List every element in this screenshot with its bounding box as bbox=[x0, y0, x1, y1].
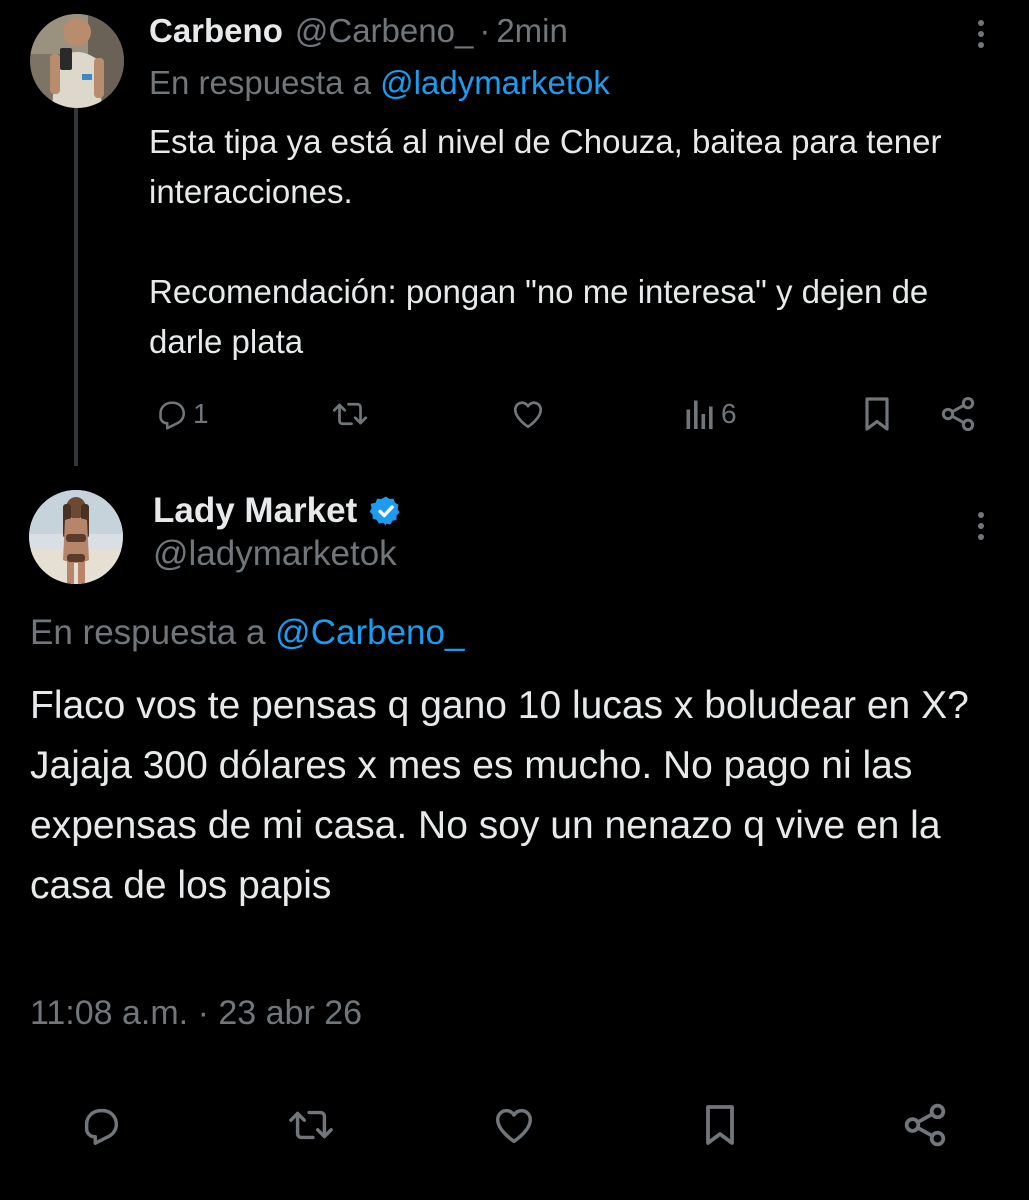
reply-context: En respuesta a @ladymarketok bbox=[149, 60, 610, 106]
reply-count: 1 bbox=[193, 398, 209, 429]
reply-button[interactable] bbox=[78, 1102, 124, 1148]
handle[interactable]: @Carbeno_ bbox=[295, 12, 473, 50]
reply-mention-link[interactable]: @Carbeno_ bbox=[275, 613, 464, 652]
tweet-date: 23 abr 26 bbox=[218, 994, 363, 1032]
more-icon[interactable] bbox=[976, 20, 986, 48]
views-button[interactable]: 6 bbox=[683, 396, 737, 432]
views-count: 6 bbox=[721, 398, 737, 429]
share-button[interactable] bbox=[900, 1100, 950, 1150]
reply-context: En respuesta a @Carbeno_ bbox=[30, 610, 464, 656]
reply-button[interactable]: 1 bbox=[153, 396, 209, 432]
separator: · bbox=[479, 12, 491, 49]
retweet-icon bbox=[289, 1110, 333, 1140]
like-icon bbox=[495, 1108, 533, 1144]
handle[interactable]: @ladymarketok bbox=[153, 534, 397, 574]
tweet-paragraph: Esta tipa ya está al nivel de Chouza, ba… bbox=[149, 123, 942, 210]
views-icon bbox=[686, 400, 713, 429]
avatar-photo bbox=[29, 490, 123, 584]
share-icon bbox=[941, 397, 975, 431]
tweet-header: Carbeno @Carbeno_ · 2min bbox=[149, 8, 568, 54]
reply-icon bbox=[84, 1108, 119, 1145]
verified-badge-icon bbox=[369, 496, 400, 526]
reply-icon bbox=[159, 401, 186, 430]
tweet-text: Esta tipa ya está al nivel de Chouza, ba… bbox=[149, 117, 999, 367]
retweet-button[interactable] bbox=[286, 1102, 336, 1148]
share-icon bbox=[904, 1103, 946, 1147]
like-icon bbox=[513, 401, 543, 429]
avatar[interactable] bbox=[30, 14, 124, 108]
timestamp[interactable]: 2min bbox=[496, 12, 568, 50]
thread-line bbox=[74, 108, 78, 466]
avatar[interactable] bbox=[29, 490, 123, 584]
retweet-icon bbox=[332, 402, 368, 426]
avatar-photo bbox=[30, 14, 124, 108]
bookmark-button[interactable] bbox=[700, 1100, 740, 1150]
reply-prefix: En respuesta a bbox=[149, 64, 371, 101]
like-button[interactable] bbox=[490, 1102, 538, 1148]
display-name[interactable]: Lady Market bbox=[153, 491, 357, 531]
retweet-button[interactable] bbox=[330, 396, 370, 432]
display-name-row: Lady Market bbox=[153, 488, 403, 534]
tweet-timestamp[interactable]: 11:08 a.m. · 23 abr 26 bbox=[30, 994, 362, 1033]
like-button[interactable] bbox=[509, 396, 547, 432]
more-icon[interactable] bbox=[976, 512, 986, 540]
separator: · bbox=[197, 994, 209, 1032]
reply-mention-link[interactable]: @ladymarketok bbox=[380, 64, 610, 101]
bookmark-button[interactable] bbox=[860, 394, 894, 434]
display-name[interactable]: Carbeno bbox=[149, 12, 283, 50]
tweet-time: 11:08 a.m. bbox=[30, 994, 189, 1032]
tweet-paragraph: Recomendación: pongan "no me interesa" y… bbox=[149, 273, 929, 360]
bookmark-icon bbox=[865, 397, 889, 431]
tweet-text: Flaco vos te pensas q gano 10 lucas x bo… bbox=[30, 684, 969, 907]
reply-prefix: En respuesta a bbox=[30, 613, 266, 652]
bookmark-icon bbox=[706, 1105, 734, 1145]
share-button[interactable] bbox=[938, 394, 978, 434]
